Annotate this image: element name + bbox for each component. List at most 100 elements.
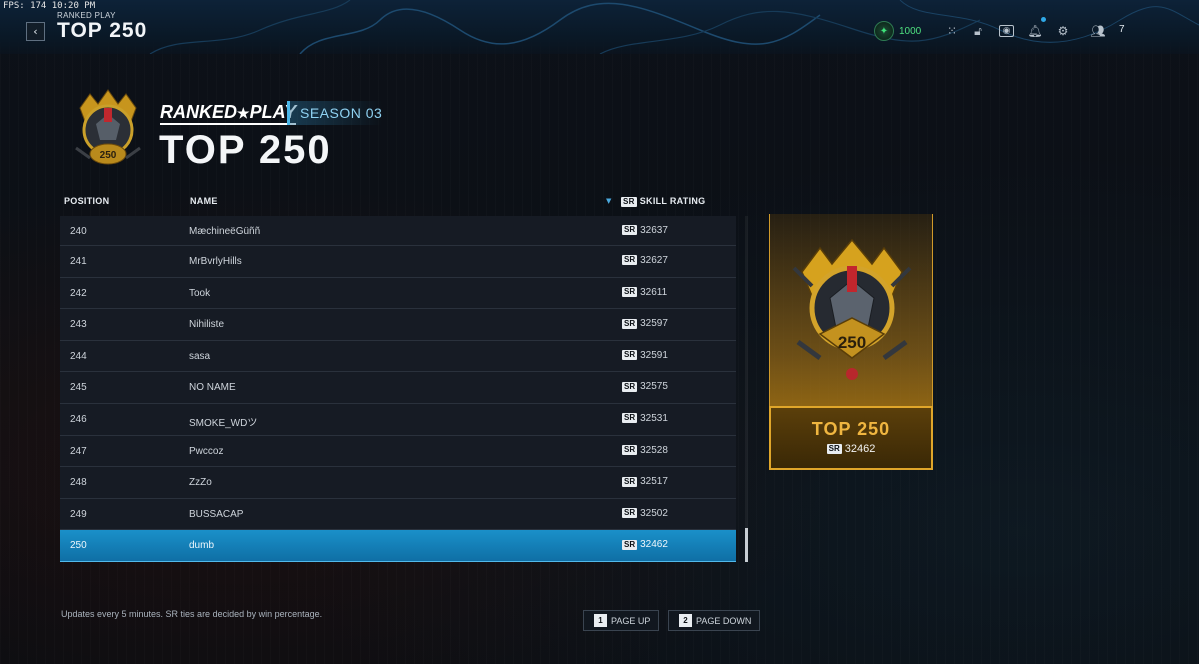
rank-card-title: TOP 250: [811, 419, 891, 439]
star-icon: ★: [237, 105, 250, 121]
svg-text:250: 250: [838, 333, 866, 352]
sr-badge: SR: [622, 508, 638, 519]
sr-badge: SR: [622, 476, 638, 487]
svg-text:250: 250: [100, 150, 117, 161]
fps-counter: FPS: 174 10:20 PM: [3, 1, 96, 11]
sr-badge: SR: [622, 350, 638, 361]
scrollbar-track[interactable]: [745, 216, 748, 562]
row-skill-rating: SR 32517: [622, 476, 668, 487]
currency-amount: 1000: [899, 25, 922, 37]
row-sr-value: 32591: [640, 349, 668, 361]
row-skill-rating: SR 32575: [622, 381, 668, 392]
row-sr-value: 32637: [640, 225, 668, 236]
sr-badge: SR: [622, 255, 638, 266]
row-player-name: NO NAME: [189, 382, 236, 394]
table-row[interactable]: 250 dumb SR 32462: [60, 530, 736, 562]
row-position: 243: [70, 319, 87, 331]
row-skill-rating: SR 32502: [622, 508, 668, 519]
row-player-name: SMOKE_WDツ: [189, 417, 258, 429]
page-title: TOP 250: [57, 19, 148, 42]
table-row[interactable]: 240 MæchineëGüññ SR 32637: [60, 216, 736, 246]
column-header-name[interactable]: NAME: [190, 196, 218, 206]
row-skill-rating: SR 32611: [622, 287, 667, 298]
row-sr-value: 32502: [640, 507, 668, 519]
leaderboard-table: 240 MæchineëGüññ SR 32637 241 MrBvrlyHills SR 3…: [60, 216, 736, 562]
bell-icon[interactable]: 🔔︎: [1027, 23, 1043, 39]
party-count: 7: [1119, 24, 1125, 35]
column-header-skill-rating[interactable]: SR SKILL RATING: [621, 196, 705, 207]
store-icon[interactable]: ◉: [999, 25, 1014, 37]
page-down-label: PAGE DOWN: [696, 615, 752, 626]
back-button[interactable]: ‹: [26, 22, 45, 41]
row-player-name: MrBvrlyHills: [189, 256, 242, 267]
row-sr-value: 32517: [640, 476, 668, 488]
currency-display[interactable]: ✦ 1000: [874, 20, 921, 42]
row-player-name: dumb: [189, 540, 215, 552]
table-row[interactable]: 247 Pwccoz SR 32528: [60, 435, 736, 468]
grid-menu-icon[interactable]: ⁙: [944, 23, 960, 39]
top-bar: [0, 0, 1199, 54]
row-position: 247: [70, 445, 87, 457]
row-position: 244: [70, 350, 87, 362]
top250-emblem-small: 250: [75, 89, 141, 165]
sr-badge: SR: [622, 444, 638, 455]
row-skill-rating: SR 32462: [622, 539, 668, 550]
leaderboard-title: TOP 250: [159, 128, 332, 172]
table-row[interactable]: 245 NO NAME SR 32575: [60, 372, 736, 404]
row-sr-value: 32611: [640, 286, 668, 298]
notification-dot: [1041, 17, 1046, 22]
row-position: 240: [70, 226, 87, 237]
page-up-button[interactable]: 1 PAGE UP: [583, 610, 660, 631]
season-label: SEASON 03: [287, 101, 383, 125]
column-header-position[interactable]: POSITION: [64, 196, 109, 206]
table-row[interactable]: 248 ZzZo SR 32517: [60, 467, 736, 499]
rank-card-skill-rating: SR 32462: [769, 443, 933, 455]
sr-badge: SR: [622, 413, 638, 424]
cod-points-icon: ✦: [874, 21, 894, 41]
table-row[interactable]: 243 Nihiliste SR 32597: [60, 309, 736, 341]
party-icon[interactable]: 👥︎: [1090, 23, 1106, 39]
map-decoration: [149, 0, 1199, 54]
row-position: 248: [70, 477, 87, 489]
unlock-icon[interactable]: 🔓︎: [970, 23, 986, 39]
sr-badge: SR: [622, 286, 638, 297]
sr-badge: SR: [622, 539, 638, 550]
table-row[interactable]: 246 SMOKE_WDツ SR 32531: [60, 403, 736, 436]
key-hint: 2: [679, 614, 692, 627]
row-sr-value: 32528: [640, 444, 668, 456]
row-player-name: MæchineëGüññ: [189, 226, 261, 237]
row-sr-value: 32531: [640, 412, 668, 424]
page-up-label: PAGE UP: [611, 615, 651, 626]
gear-icon[interactable]: ⚙: [1055, 23, 1071, 39]
row-sr-value: 32575: [640, 381, 668, 393]
table-row[interactable]: 241 MrBvrlyHills SR 32627: [60, 246, 736, 278]
top250-emblem-large: 250: [792, 238, 912, 380]
row-position: 242: [70, 287, 87, 299]
row-position: 246: [70, 413, 87, 425]
row-position: 250: [70, 540, 87, 552]
sort-descending-icon: ▼: [606, 197, 612, 205]
table-row[interactable]: 244 sasa SR 32591: [60, 340, 736, 373]
row-sr-value: 32627: [640, 255, 668, 266]
row-skill-rating: SR 32528: [622, 445, 668, 456]
scrollbar-thumb[interactable]: [745, 528, 748, 562]
row-skill-rating: SR 32531: [622, 413, 668, 424]
skill-rating-label: SKILL RATING: [639, 196, 706, 206]
rank-card-sr-value: 32462: [844, 443, 876, 455]
row-player-name: ZzZo: [189, 477, 212, 489]
row-player-name: Took: [189, 287, 211, 299]
row-position: 249: [70, 508, 87, 520]
key-hint: 1: [594, 614, 607, 627]
row-player-name: sasa: [189, 350, 211, 362]
table-row[interactable]: 249 BUSSACAP SR 32502: [60, 498, 736, 531]
logo-text-ranked: RANKED: [160, 102, 238, 122]
sr-badge: SR: [622, 318, 638, 329]
table-row[interactable]: 242 Took SR 32611: [60, 277, 736, 310]
row-sr-value: 32462: [640, 539, 668, 551]
row-skill-rating: SR 32637: [622, 225, 668, 236]
ranked-play-logo: RANKED★PLAY: [160, 102, 297, 125]
page-down-button[interactable]: 2 PAGE DOWN: [668, 610, 761, 631]
sr-badge: SR: [622, 381, 638, 392]
row-player-name: Pwccoz: [189, 445, 224, 457]
row-player-name: BUSSACAP: [189, 508, 244, 520]
